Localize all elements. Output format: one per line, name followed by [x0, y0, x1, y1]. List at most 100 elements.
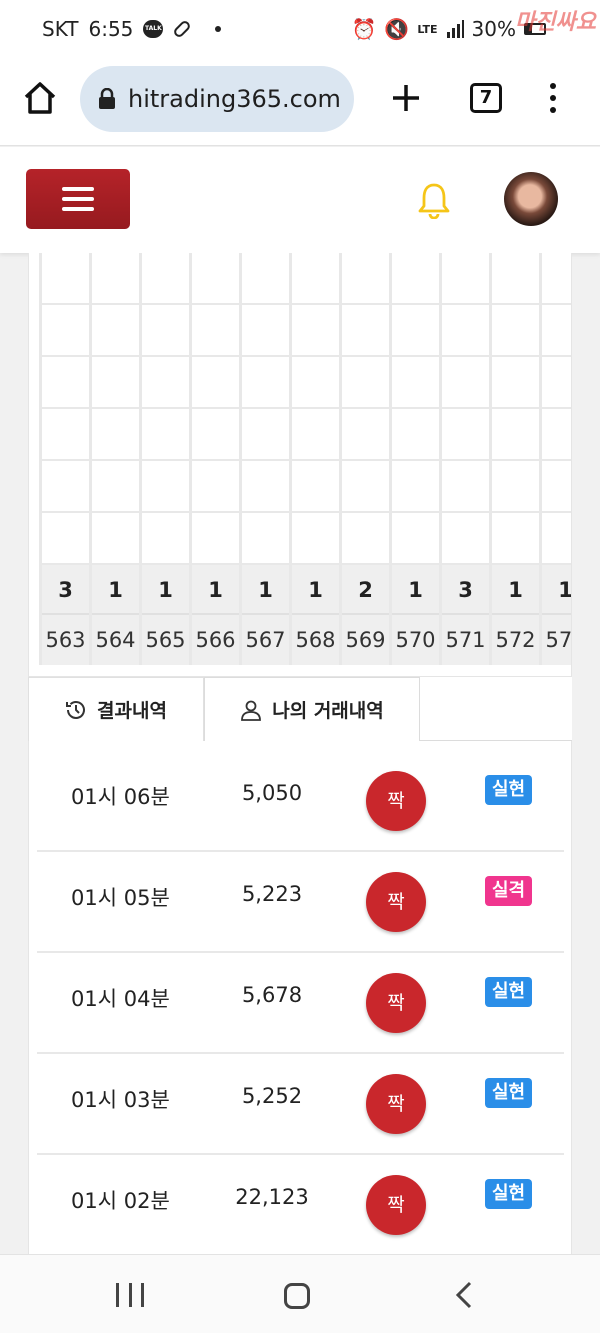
grid-cell	[292, 409, 339, 461]
hamburger-line	[62, 197, 94, 201]
address-bar[interactable]: hitrading365.com	[80, 66, 354, 132]
grid-cell	[392, 357, 439, 409]
grid-column: 1 567	[239, 253, 289, 665]
status-left: SKT 6:55 TALK	[42, 17, 222, 41]
grid-cell	[492, 357, 539, 409]
grid-cell	[142, 305, 189, 357]
grid-count: 1	[292, 565, 339, 615]
grid-cell	[192, 409, 239, 461]
history-tabs: 결과내역 나의 거래내역	[28, 677, 572, 742]
trade-row: 01시 06분 5,050 짝 실현	[37, 751, 564, 852]
grid-cell	[492, 305, 539, 357]
grid-cell	[292, 253, 339, 305]
grid-cell	[242, 409, 289, 461]
back-icon[interactable]	[454, 1281, 474, 1309]
grid-cell	[142, 409, 189, 461]
clock: 6:55	[88, 17, 134, 41]
grid-cell	[542, 357, 571, 409]
more-menu-icon[interactable]	[545, 80, 561, 116]
grid-count: 2	[342, 565, 389, 615]
trade-status-badge: 실현	[485, 1078, 533, 1108]
trade-amount: 5,678	[241, 983, 303, 1007]
grid-column: 3 571	[439, 253, 489, 665]
grid-cell	[492, 461, 539, 513]
grid-cell	[542, 253, 571, 305]
pill-notification-icon	[172, 19, 193, 39]
trade-row: 01시 05분 5,223 짝 실격	[37, 852, 564, 953]
tab-switcher-button[interactable]: 7	[470, 83, 502, 113]
grid-round-number: 563	[42, 615, 89, 665]
nav-home-icon[interactable]	[284, 1283, 310, 1309]
grid-column: 1 565	[139, 253, 189, 665]
grid-cell	[192, 513, 239, 565]
trade-time: 01시 05분	[71, 886, 170, 910]
recent-apps-icon[interactable]	[116, 1283, 144, 1307]
grid-cell	[42, 253, 89, 305]
grid-cell	[92, 409, 139, 461]
hamburger-menu-button[interactable]	[26, 169, 130, 229]
alarm-icon: ⏰	[351, 17, 377, 41]
grid-cell	[342, 461, 389, 513]
grid-round-number: 570	[392, 615, 439, 665]
grid-column: 2 569	[339, 253, 389, 665]
grid-column: 1 564	[89, 253, 139, 665]
bell-icon[interactable]	[416, 181, 452, 219]
grid-round-number: 571	[442, 615, 489, 665]
result-grid: 3 563 1 564 1 565 1 566 1 567 1 568 2 569 1 570 3 571 1 572…	[39, 253, 571, 665]
grid-round-number: 564	[92, 615, 139, 665]
grid-cell	[542, 513, 571, 565]
browser-toolbar: hitrading365.com 7	[0, 62, 600, 146]
grid-column: 1 570	[389, 253, 439, 665]
grid-cell	[392, 253, 439, 305]
grid-count: 1	[242, 565, 289, 615]
grid-cell	[392, 305, 439, 357]
grid-cell	[342, 513, 389, 565]
lock-icon	[99, 88, 115, 109]
trade-pick-ball: 짝	[366, 872, 426, 932]
carrier-label: SKT	[42, 17, 79, 41]
trade-pick-ball: 짝	[366, 771, 426, 831]
history-icon	[66, 700, 86, 719]
grid-round-number: 573	[542, 615, 571, 665]
system-nav-bar	[0, 1254, 600, 1333]
battery-percent: 30%	[471, 17, 516, 41]
new-tab-icon[interactable]	[388, 80, 424, 116]
grid-cell	[92, 357, 139, 409]
grid-cell	[392, 409, 439, 461]
grid-cell	[392, 513, 439, 565]
grid-round-number: 567	[242, 615, 289, 665]
grid-cell	[542, 409, 571, 461]
tab-my-trades[interactable]: 나의 거래내역	[204, 677, 420, 742]
trade-time: 01시 02분	[71, 1189, 170, 1213]
grid-cell	[242, 305, 289, 357]
grid-column: 1 568	[289, 253, 339, 665]
trade-pick-ball: 짝	[366, 1175, 426, 1235]
grid-cell	[192, 357, 239, 409]
trade-status-badge: 실격	[485, 876, 533, 906]
hamburger-line	[62, 207, 94, 211]
grid-cell	[442, 461, 489, 513]
grid-cell	[542, 461, 571, 513]
trade-time: 01시 04분	[71, 987, 170, 1011]
grid-cell	[442, 253, 489, 305]
grid-cell	[342, 253, 389, 305]
grid-cell	[142, 357, 189, 409]
home-icon[interactable]	[22, 80, 58, 116]
talk-notification-icon: TALK	[143, 20, 164, 38]
grid-count: 1	[142, 565, 189, 615]
user-avatar[interactable]	[504, 172, 558, 226]
grid-cell	[142, 253, 189, 305]
grid-cell	[442, 305, 489, 357]
trade-time: 01시 06분	[71, 785, 170, 809]
grid-cell	[192, 461, 239, 513]
grid-cell	[342, 357, 389, 409]
trade-status-badge: 실현	[485, 1179, 533, 1209]
trade-status-badge: 실현	[485, 977, 533, 1007]
grid-cell	[192, 305, 239, 357]
trade-history-list: 01시 06분 5,050 짝 실현 01시 05분 5,223 짝 실격 01…	[28, 741, 572, 1261]
status-bar: SKT 6:55 TALK ⏰ 🔇 LTE 30% 마진싸요	[0, 0, 600, 62]
tab-results[interactable]: 결과내역	[28, 677, 204, 741]
grid-round-number: 568	[292, 615, 339, 665]
grid-column: 3 563	[39, 253, 89, 665]
trade-status-badge: 실현	[485, 775, 533, 805]
